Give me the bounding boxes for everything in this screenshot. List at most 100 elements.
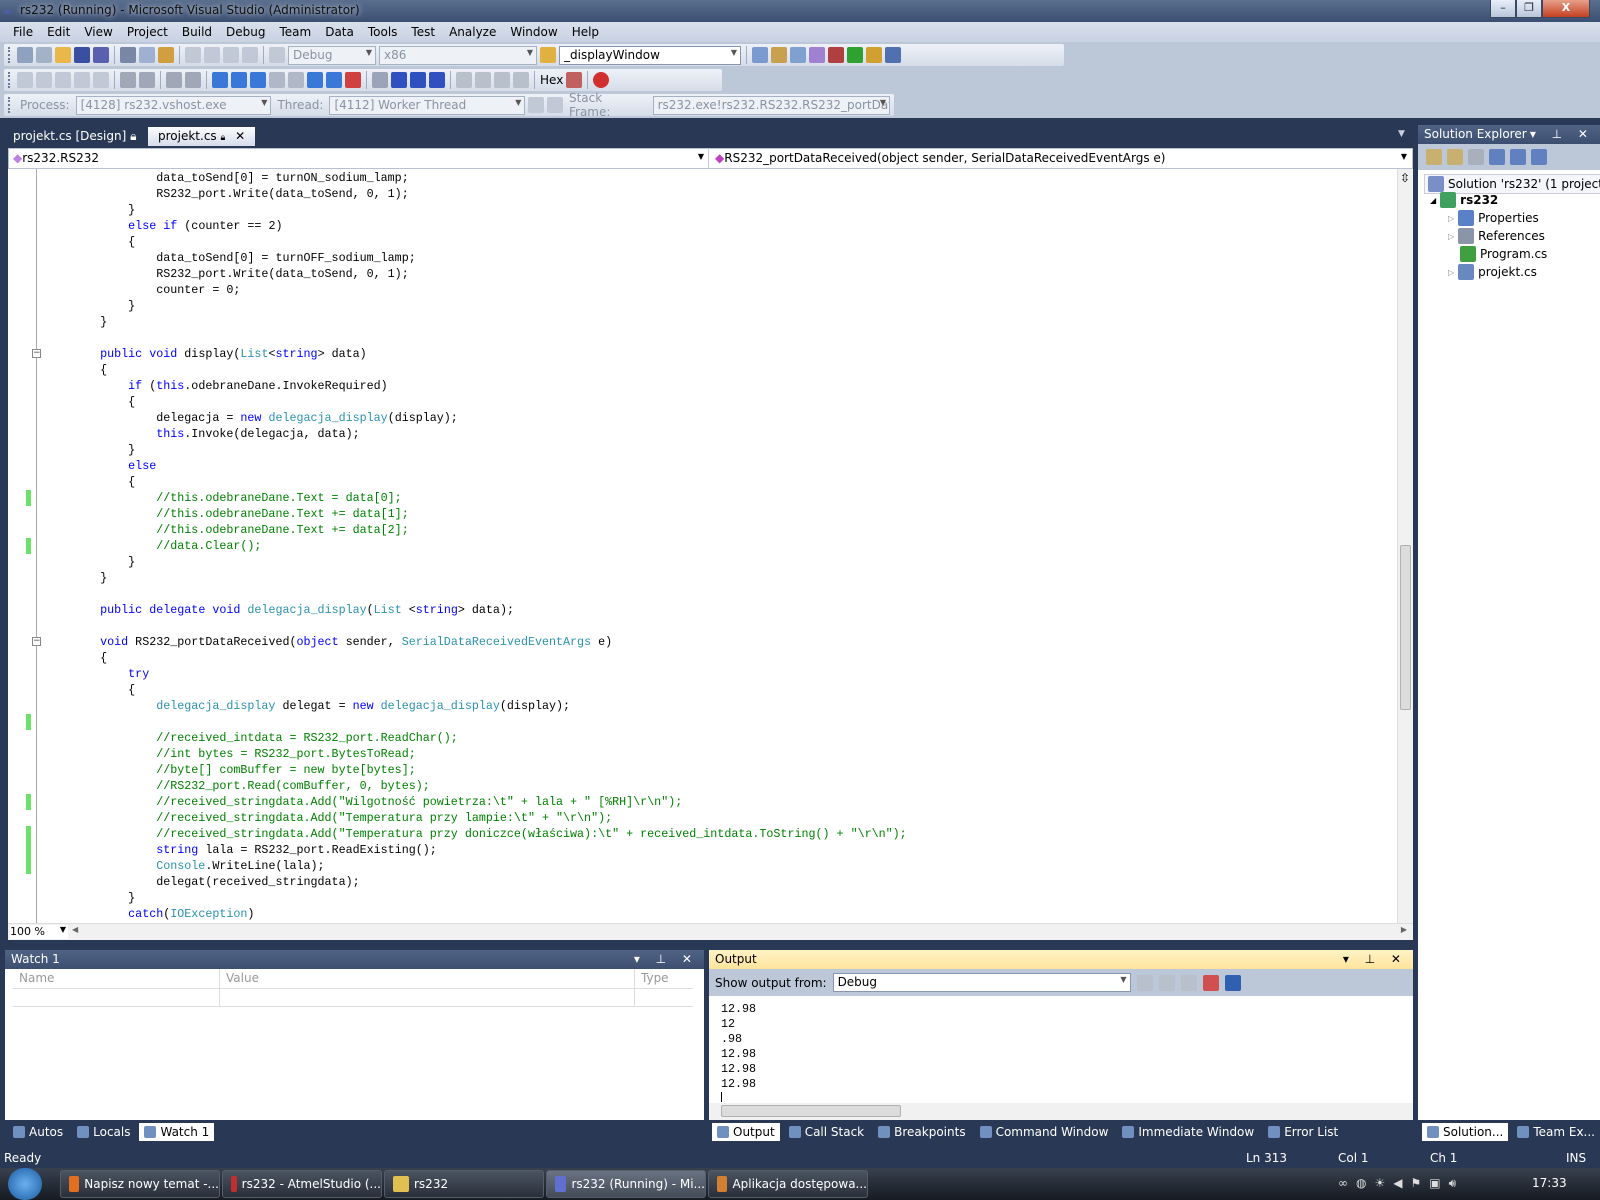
tree-item-program-cs[interactable]: Program.cs: [1460, 246, 1547, 262]
scroll-left-icon[interactable]: ◀: [72, 925, 78, 934]
new-project-icon[interactable]: [17, 47, 33, 63]
taskbar-item[interactable]: Napisz nowy temat -...: [60, 1170, 220, 1198]
view-code-icon[interactable]: [1489, 149, 1505, 165]
code-line[interactable]: void RS232_portDataReceived(object sende…: [44, 634, 612, 650]
class-view-icon[interactable]: [866, 47, 882, 63]
code-editor[interactable]: − − data_toSend[0] = turnON_sodium_lamp; …: [8, 169, 1397, 923]
uncomment-icon[interactable]: [185, 72, 201, 88]
next-bookmark-icon[interactable]: [250, 72, 266, 88]
open-file-icon[interactable]: [55, 47, 71, 63]
show-properties-icon[interactable]: [1426, 149, 1442, 165]
process-select[interactable]: [4128] rs232.vshost.exe ▼: [75, 95, 272, 115]
text-editor-icon[interactable]: [17, 72, 33, 88]
menu-analyze[interactable]: Analyze: [442, 25, 503, 39]
bookmark-icon[interactable]: [212, 72, 228, 88]
code-line[interactable]: Console.WriteLine(lala);: [44, 858, 324, 874]
panel-controls[interactable]: ▾ ⊥ ✕: [1530, 127, 1594, 141]
code-line[interactable]: delegacja = new delegacja_display(displa…: [44, 410, 458, 426]
action-center-flag-icon[interactable]: ⚑: [1410, 1176, 1421, 1191]
column-name[interactable]: Name: [13, 969, 220, 988]
collapse-outline-icon[interactable]: −: [32, 349, 41, 358]
menu-team[interactable]: Team: [272, 25, 318, 39]
code-line[interactable]: if (this.odebraneDane.InvokeRequired): [44, 378, 388, 394]
show-next-statement-icon[interactable]: [456, 72, 472, 88]
start-page-icon[interactable]: [847, 47, 863, 63]
start-button[interactable]: [8, 1168, 42, 1200]
toolbox-icon[interactable]: [809, 47, 825, 63]
scroll-right-icon[interactable]: ▶: [1401, 925, 1407, 934]
tools-icon[interactable]: [828, 47, 844, 63]
previous-bookmark-document-icon[interactable]: [307, 72, 323, 88]
code-line[interactable]: }: [44, 202, 135, 218]
start-debugging-icon[interactable]: [269, 47, 285, 63]
minimize-button[interactable]: –: [1490, 0, 1516, 18]
zoom-select[interactable]: 100 % ▼: [10, 925, 68, 939]
menu-edit[interactable]: Edit: [40, 25, 77, 39]
network-icon[interactable]: ▣: [1429, 1176, 1440, 1191]
tab-watch-1[interactable]: Watch 1: [139, 1122, 215, 1141]
flag-all-threads-icon[interactable]: [547, 97, 563, 113]
previous-message-icon[interactable]: [1158, 974, 1175, 991]
menu-tools[interactable]: Tools: [361, 25, 405, 39]
tab-autos[interactable]: Autos: [8, 1123, 68, 1141]
close-button[interactable]: X: [1542, 0, 1590, 18]
menu-view[interactable]: View: [77, 25, 119, 39]
code-line[interactable]: }: [44, 314, 107, 330]
taskbar-item[interactable]: rs232 - AtmelStudio (...: [222, 1170, 382, 1198]
menu-window[interactable]: Window: [503, 25, 564, 39]
menu-file[interactable]: File: [6, 25, 40, 39]
paste-icon[interactable]: [158, 47, 174, 63]
tree-project[interactable]: ◢ rs232: [1430, 192, 1498, 208]
code-line[interactable]: RS232_port.Write(data_toSend, 0, 1);: [44, 266, 409, 282]
restart-icon[interactable]: [429, 72, 445, 88]
taskbar-item[interactable]: rs232 (Running) - Mi...: [546, 1170, 706, 1198]
visual-studio-tray-icon[interactable]: ∞: [1338, 1176, 1348, 1191]
network-status-icon[interactable]: ◍: [1356, 1176, 1366, 1191]
menu-data[interactable]: Data: [318, 25, 361, 39]
menu-test[interactable]: Test: [404, 25, 442, 39]
scroll-thumb[interactable]: [1400, 545, 1411, 710]
code-line[interactable]: //this.odebraneDane.Text = data[0];: [44, 490, 401, 506]
code-line[interactable]: else: [44, 458, 156, 474]
find-in-files-icon[interactable]: [540, 47, 556, 63]
tab-output[interactable]: Output: [712, 1122, 780, 1141]
continue-icon[interactable]: [372, 72, 388, 88]
scroll-thumb[interactable]: [721, 1105, 901, 1117]
code-line[interactable]: //data.Clear();: [44, 538, 261, 554]
menu-debug[interactable]: Debug: [219, 25, 272, 39]
toolbar-grip[interactable]: [8, 97, 11, 113]
find-combo[interactable]: _displayWindow ▼: [559, 45, 741, 65]
maximize-button[interactable]: ❐: [1516, 0, 1542, 18]
navigate-backward-icon[interactable]: [223, 47, 239, 63]
code-line[interactable]: this.Invoke(delegacja, data);: [44, 426, 359, 442]
previous-bookmark-icon[interactable]: [231, 72, 247, 88]
view-class-diagram-icon[interactable]: [1531, 149, 1547, 165]
complete-word-icon[interactable]: [74, 72, 90, 88]
type-dropdown[interactable]: ◆rs232.RS232 ▼: [9, 149, 709, 168]
code-line[interactable]: }: [44, 890, 135, 906]
copy-icon[interactable]: [139, 47, 155, 63]
solution-explorer-icon[interactable]: [752, 47, 768, 63]
code-line[interactable]: {: [44, 394, 135, 410]
save-icon[interactable]: [74, 47, 90, 63]
navigate-forward-icon[interactable]: [242, 47, 258, 63]
add-item-icon[interactable]: [36, 47, 52, 63]
output-source-select[interactable]: Debug ▼: [832, 973, 1131, 992]
stop-debugging-icon[interactable]: [410, 72, 426, 88]
split-handle-icon[interactable]: ⇳: [1400, 171, 1410, 185]
output-horizontal-scrollbar[interactable]: [709, 1103, 1413, 1120]
previous-bookmark-folder-icon[interactable]: [269, 72, 285, 88]
cut-icon[interactable]: [120, 47, 136, 63]
tab-solution-explorer[interactable]: Solution...: [1422, 1122, 1509, 1141]
refresh-icon[interactable]: [1468, 149, 1484, 165]
next-message-icon[interactable]: [1180, 974, 1197, 991]
tab-breakpoints[interactable]: Breakpoints: [873, 1123, 970, 1141]
menu-help[interactable]: Help: [565, 25, 606, 39]
panel-controls[interactable]: ▾ ⊥ ✕: [1343, 952, 1407, 966]
code-line[interactable]: {: [44, 682, 135, 698]
tab-locals[interactable]: Locals: [72, 1123, 135, 1141]
code-line[interactable]: }: [44, 298, 135, 314]
command-window-icon[interactable]: [885, 47, 901, 63]
code-line[interactable]: public delegate void delegacja_display(L…: [44, 602, 514, 618]
code-line[interactable]: //this.odebraneDane.Text += data[1];: [44, 506, 409, 522]
